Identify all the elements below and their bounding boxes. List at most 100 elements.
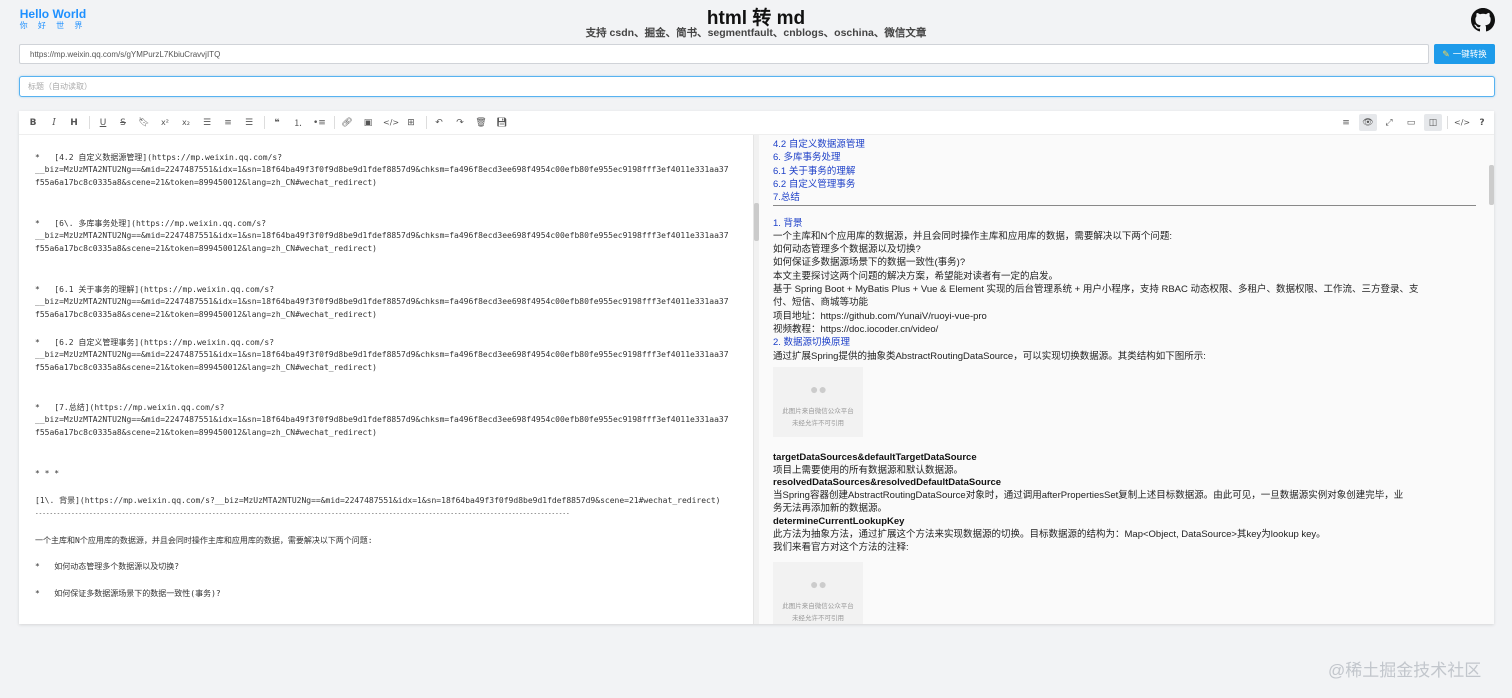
preview-text: 此方法为抽象方法，通过扩展这个方法来实现数据源的切换。目标数据源的结构为：Map… <box>773 529 1326 540</box>
toc-link[interactable]: 7.总结 <box>773 191 800 204</box>
link-icon[interactable]: 🔗︎ <box>341 116 353 129</box>
italic-icon[interactable]: I <box>48 116 60 129</box>
image-caption: 此图片来自微信公众平台 <box>782 408 854 415</box>
image-caption: 未经允许不可引用 <box>792 420 844 427</box>
source-line: f55a6a17bc8c0335a8&scene=21&token=899450… <box>35 244 377 253</box>
source-line: 一个主库和N个应用库的数据源，并且会同时操作主库和应用库的数据，需要解决以下两个… <box>35 536 373 545</box>
preview-text: 当Spring容器创建AbstractRoutingDataSource对象时，… <box>773 490 1404 501</box>
subscript-icon[interactable]: x₂ <box>180 116 192 129</box>
heading-icon[interactable]: H <box>68 116 80 129</box>
preview-text: 基于 Spring Boot + MyBatis Plus + Vue & El… <box>773 284 1419 295</box>
editor-toolbar: B I H U S 🔖︎ x² x₂ ☰ ≡ ☰ ❝ ⒈ •≡ 🔗︎ ▣ </>… <box>19 111 1494 135</box>
fullscreen-icon[interactable]: ⤢ <box>1383 116 1395 129</box>
source-line: * 如何动态管理多个数据源以及切换? <box>35 562 180 571</box>
convert-button-label: 一键转换 <box>1452 49 1487 59</box>
trash-icon[interactable]: 🗑︎ <box>475 116 487 129</box>
preview-text: 项目地址：https://github.com/YunaiV/ruoyi-vue… <box>773 311 987 322</box>
preview-text: 本文主要探讨这两个问题的解决方案，希望能对读者有一定的启发。 <box>773 271 1059 282</box>
toc-link[interactable]: 4.2 自定义数据源管理 <box>773 138 865 151</box>
ordered-list-icon[interactable]: ⒈ <box>292 116 304 129</box>
source-line: * * * <box>35 469 60 478</box>
toolbar-divider <box>426 116 427 129</box>
source-line: f55a6a17bc8c0335a8&scene=21&token=899450… <box>35 363 377 372</box>
split-view-icon[interactable]: ◫ <box>1424 114 1442 131</box>
quote-icon[interactable]: ❝ <box>271 116 283 129</box>
help-icon[interactable]: ? <box>1476 116 1488 129</box>
preview-text: 我们来看官方对这个方法的注释: <box>773 542 909 553</box>
markdown-editor: B I H U S 🔖︎ x² x₂ ☰ ≡ ☰ ❝ ⒈ •≡ 🔗︎ ▣ </>… <box>19 111 1494 624</box>
image-caption: 此图片来自微信公众平台 <box>782 603 854 610</box>
save-icon[interactable]: 💾︎ <box>496 116 508 129</box>
superscript-icon[interactable]: x² <box>159 116 171 129</box>
page-subtitle: 支持 csdn、掘金、简书、segmentfault、cnblogs、oschi… <box>585 27 927 39</box>
image-placeholder: ●● 此图片来自微信公众平台 未经允许不可引用 <box>773 562 863 624</box>
code-icon[interactable]: </> <box>383 116 399 129</box>
align-center-icon[interactable]: ≡ <box>222 116 234 129</box>
wechat-icon: ●● <box>810 381 827 397</box>
preview-text: 视频教程：https://doc.iocoder.cn/video/ <box>773 324 939 335</box>
source-line: [1\. 背景](https://mp.weixin.qq.com/s?__bi… <box>35 496 721 505</box>
image-placeholder: ●● 此图片来自微信公众平台 未经允许不可引用 <box>773 367 863 437</box>
window-icon[interactable]: ▭ <box>1405 116 1417 129</box>
eye-icon[interactable]: 👁︎ <box>1359 114 1377 131</box>
redo-icon[interactable]: ↷ <box>454 116 466 129</box>
preview-text: 付、短信、商城等功能 <box>773 297 869 308</box>
source-line: * [6.1 关于事务的理解](https://mp.weixin.qq.com… <box>35 285 275 294</box>
term-heading: targetDataSources&defaultTargetDataSourc… <box>773 452 977 463</box>
unordered-list-icon[interactable]: •≡ <box>313 116 326 129</box>
source-line: __biz=MzUzMTA2NTU2Ng==&mid=2247487551&id… <box>35 350 729 359</box>
source-line: * [4.2 自定义数据源管理](https://mp.weixin.qq.co… <box>35 153 283 162</box>
undo-icon[interactable]: ↶ <box>433 116 445 129</box>
toc-link[interactable]: 6.1 关于事务的理解 <box>773 165 855 178</box>
toolbar-divider <box>1447 116 1448 129</box>
source-line: __biz=MzUzMTA2NTU2Ng==&mid=2247487551&id… <box>35 415 729 424</box>
align-right-icon[interactable]: ☰ <box>243 116 255 129</box>
source-line: * [6.2 自定义管理事务](https://mp.weixin.qq.com… <box>35 338 275 347</box>
term-heading: determineCurrentLookupKey <box>773 516 905 527</box>
section-heading-link[interactable]: 2. 数据源切换原理 <box>773 336 850 349</box>
convert-button[interactable]: ✎ 一键转换 <box>1434 44 1495 64</box>
bookmark-icon[interactable]: 🔖︎ <box>138 116 150 129</box>
preview-text: 如何动态管理多个数据源以及切换? <box>773 244 921 255</box>
wechat-icon: ●● <box>810 576 827 592</box>
source-line: * [6\. 多库事务处理](https://mp.weixin.qq.com/… <box>35 219 267 228</box>
preview-scrollbar[interactable] <box>1489 135 1494 624</box>
source-line: __biz=MzUzMTA2NTU2Ng==&mid=2247487551&id… <box>35 231 729 240</box>
source-line: * [7.总结](https://mp.weixin.qq.com/s? <box>35 403 225 412</box>
source-line: f55a6a17bc8c0335a8&scene=21&token=899450… <box>35 310 377 319</box>
preview-text: 如何保证多数据源场景下的数据一致性(事务)? <box>773 257 966 268</box>
horizontal-rule <box>773 205 1476 206</box>
toc-link[interactable]: 6.2 自定义管理事务 <box>773 178 855 191</box>
source-line: f55a6a17bc8c0335a8&scene=21&token=899450… <box>35 428 377 437</box>
source-line: __biz=MzUzMTA2NTU2Ng==&mid=2247487551&id… <box>35 297 729 306</box>
code-view-icon[interactable]: </> <box>1454 116 1470 129</box>
preview-pane: 4.2 自定义数据源管理 6. 多库事务处理 6.1 关于事务的理解 6.2 自… <box>759 135 1494 624</box>
strikethrough-icon[interactable]: S <box>117 116 129 129</box>
align-left-icon[interactable]: ☰ <box>201 116 213 129</box>
toolbar-divider <box>264 116 265 129</box>
toolbar-divider <box>89 116 90 129</box>
preview-text: 务无法再添加新的数据源。 <box>773 503 888 514</box>
url-input[interactable] <box>19 44 1429 64</box>
menu-icon[interactable]: ≡ <box>1340 116 1352 129</box>
source-line: * 如何保证多数据源场景下的数据一致性(事务)? <box>35 589 221 598</box>
term-heading: resolvedDataSources&resolvedDefaultDataS… <box>773 477 1002 488</box>
underline-icon[interactable]: U <box>97 116 109 129</box>
markdown-source-pane[interactable]: * [4.2 自定义数据源管理](https://mp.weixin.qq.co… <box>19 135 753 624</box>
preview-text: 一个主库和N个应用库的数据源，并且会同时操作主库和应用库的数据，需要解决以下两个… <box>773 231 1173 242</box>
table-icon[interactable]: ⊞ <box>405 116 417 129</box>
toc-link[interactable]: 6. 多库事务处理 <box>773 151 841 164</box>
source-line: __biz=MzUzMTA2NTU2Ng==&mid=2247487551&id… <box>35 165 729 174</box>
source-line: f55a6a17bc8c0335a8&scene=21&token=899450… <box>35 178 377 187</box>
watermark: @稀土掘金技术社区 <box>1328 661 1482 680</box>
image-caption: 未经允许不可引用 <box>792 615 844 622</box>
github-icon[interactable] <box>1471 8 1495 32</box>
toolbar-divider <box>334 116 335 129</box>
scrollbar-thumb[interactable] <box>1489 165 1494 205</box>
section-heading-link[interactable]: 1. 背景 <box>773 217 803 230</box>
bold-icon[interactable]: B <box>27 116 39 129</box>
preview-text: 通过扩展Spring提供的抽象类AbstractRoutingDataSourc… <box>773 351 1206 362</box>
magic-wand-icon: ✎ <box>1442 48 1450 59</box>
title-input[interactable] <box>19 76 1495 97</box>
image-icon[interactable]: ▣ <box>362 116 374 129</box>
